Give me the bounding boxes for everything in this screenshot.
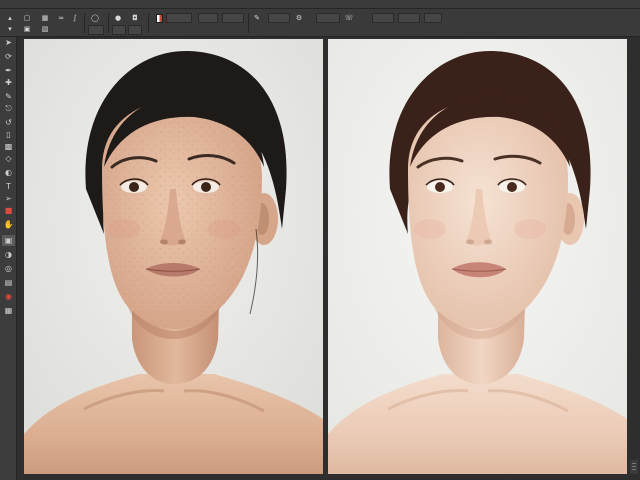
intersect-selection-icon[interactable]: ▧ xyxy=(40,24,50,34)
brush-size-icon[interactable]: ◯ xyxy=(90,13,100,23)
grip-line xyxy=(632,466,636,467)
smoothing-field[interactable] xyxy=(372,13,394,23)
blur-tool-icon[interactable]: ◇ xyxy=(2,153,15,164)
history-brush-tool-icon[interactable]: ↺ xyxy=(2,117,15,128)
screen-mode-icon[interactable]: ▤ xyxy=(2,277,15,288)
opacity-field[interactable] xyxy=(268,13,290,23)
extras-icon[interactable]: ▦ xyxy=(2,305,15,316)
grip-line xyxy=(632,469,636,470)
after-photo[interactable] xyxy=(328,39,627,474)
move-tool-icon[interactable]: ➤ xyxy=(2,37,15,48)
separator xyxy=(108,13,109,33)
lasso-tool-icon[interactable]: ⟳ xyxy=(2,51,15,62)
flow-field[interactable] xyxy=(316,13,340,23)
brush-preset-icon[interactable]: ● xyxy=(113,13,123,23)
angle-field[interactable] xyxy=(398,13,420,23)
healing-tool-icon[interactable]: ✚ xyxy=(2,77,15,88)
path-select-tool-icon[interactable]: ➢ xyxy=(2,193,15,204)
menu-bar xyxy=(0,0,640,9)
before-photo[interactable] xyxy=(24,39,323,474)
blend-mode-select[interactable] xyxy=(222,13,244,23)
pressure-icon[interactable]: ✎ xyxy=(252,13,262,23)
anti-alias-icon[interactable]: ∫ xyxy=(70,13,80,23)
grip-line xyxy=(632,463,636,464)
brush-panel-icon[interactable]: ◘ xyxy=(130,13,140,23)
record-icon[interactable]: ◉ xyxy=(2,291,15,302)
dodge-tool-icon[interactable]: ◐ xyxy=(2,167,15,178)
clone-stamp-tool-icon[interactable]: ⎋ xyxy=(2,103,15,114)
airbrush-icon[interactable]: ⚙ xyxy=(294,13,304,23)
option-button[interactable] xyxy=(112,25,126,35)
option-button[interactable] xyxy=(198,13,218,23)
sample-select[interactable] xyxy=(424,13,442,23)
gradient-tool-icon[interactable]: ▩ xyxy=(2,141,15,152)
smoothing-icon[interactable]: ☏ xyxy=(344,13,354,23)
add-selection-icon[interactable]: ▣ xyxy=(22,24,32,34)
shape-tool-icon[interactable]: ■ xyxy=(2,205,15,216)
option-button[interactable] xyxy=(166,13,192,23)
foreground-color-icon[interactable]: ◑ xyxy=(2,249,15,260)
eraser-tool-icon[interactable]: ▯ xyxy=(2,129,15,140)
tool-preset-icon[interactable]: ▴ xyxy=(5,13,15,23)
type-tool-icon[interactable]: T xyxy=(2,181,15,192)
zoom-tool-icon[interactable]: ▣ xyxy=(2,235,15,246)
before-portrait-image xyxy=(24,39,323,474)
color-swatch[interactable] xyxy=(156,14,163,23)
hand-tool-icon[interactable]: ✋ xyxy=(2,219,15,230)
subtract-selection-icon[interactable]: ▦ xyxy=(40,13,50,23)
new-selection-icon[interactable]: ▢ xyxy=(22,13,32,23)
separator xyxy=(148,13,149,33)
separator xyxy=(84,13,85,33)
panel-scroll-handle[interactable] xyxy=(630,460,638,474)
canvas-area xyxy=(17,37,640,480)
pen-tool-icon[interactable]: ✒ xyxy=(2,65,15,76)
photo-editor-window: ▴ ▾ ▢ ▣ ▦ ▧ ≈ ∫ ◯ ● ◘ ✎ ⚙ ☏ ➤ ⟳ ✒ ✚ ✎ ⎋ … xyxy=(0,0,640,480)
option-button[interactable] xyxy=(88,25,104,35)
after-portrait-image xyxy=(328,39,627,474)
options-bar: ▴ ▾ ▢ ▣ ▦ ▧ ≈ ∫ ◯ ● ◘ ✎ ⚙ ☏ xyxy=(0,9,640,37)
quick-mask-icon[interactable]: ◎ xyxy=(2,263,15,274)
separator xyxy=(248,13,249,33)
tool-preset-dropdown-icon[interactable]: ▾ xyxy=(5,24,15,34)
tools-panel: ➤ ⟳ ✒ ✚ ✎ ⎋ ↺ ▯ ▩ ◇ ◐ T ➢ ■ ✋ ▣ ◑ ◎ ▤ ◉ … xyxy=(0,37,17,480)
brush-tool-icon[interactable]: ✎ xyxy=(2,91,15,102)
feather-icon[interactable]: ≈ xyxy=(56,13,66,23)
option-button[interactable] xyxy=(128,25,142,35)
